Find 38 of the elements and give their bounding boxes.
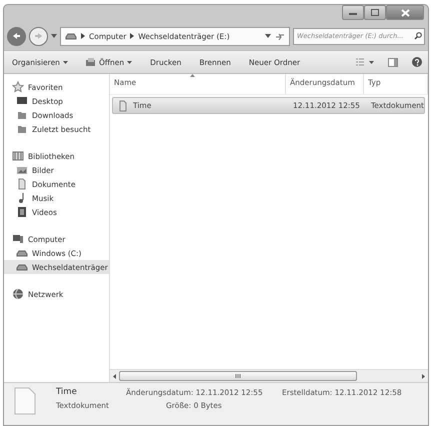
minimize-icon [349, 10, 357, 14]
minimize-button[interactable] [342, 5, 364, 20]
monitor-icon [16, 95, 28, 107]
close-button[interactable] [386, 5, 424, 20]
back-button[interactable] [7, 26, 26, 46]
chevron-icon [81, 33, 85, 39]
film-icon [16, 206, 28, 218]
computer-icon [12, 233, 24, 245]
open-icon [86, 58, 96, 66]
folder-icon [16, 109, 28, 121]
dropdown-arrow-icon[interactable] [51, 34, 57, 38]
preview-pane-icon[interactable] [388, 58, 398, 66]
scroll-left-icon[interactable] [112, 374, 117, 378]
document-icon [14, 387, 36, 415]
scrollbar-thumb[interactable] [119, 371, 357, 381]
horizontal-scrollbar[interactable] [110, 369, 428, 382]
dropdown-arrow-icon[interactable] [265, 34, 271, 38]
close-icon [400, 8, 410, 16]
globe-icon [12, 288, 24, 300]
scroll-right-icon[interactable] [421, 374, 426, 378]
file-name: Time [56, 387, 78, 397]
chevron-icon [130, 33, 134, 39]
star-icon [12, 81, 24, 93]
help-icon[interactable] [412, 57, 422, 67]
library-icon [12, 150, 24, 162]
sort-arrow-icon [190, 74, 195, 77]
refresh-icon[interactable] [275, 32, 285, 40]
document-icon [117, 100, 129, 112]
view-options-icon[interactable] [356, 58, 374, 66]
forward-arrow-icon [34, 32, 43, 40]
picture-icon [16, 164, 28, 176]
maximize-icon [371, 9, 379, 16]
forward-button[interactable] [29, 26, 48, 46]
maximize-button[interactable] [364, 5, 386, 20]
folder-icon [16, 123, 28, 135]
back-arrow-icon [12, 32, 21, 40]
search-icon[interactable] [414, 32, 422, 40]
document-icon [16, 178, 28, 190]
